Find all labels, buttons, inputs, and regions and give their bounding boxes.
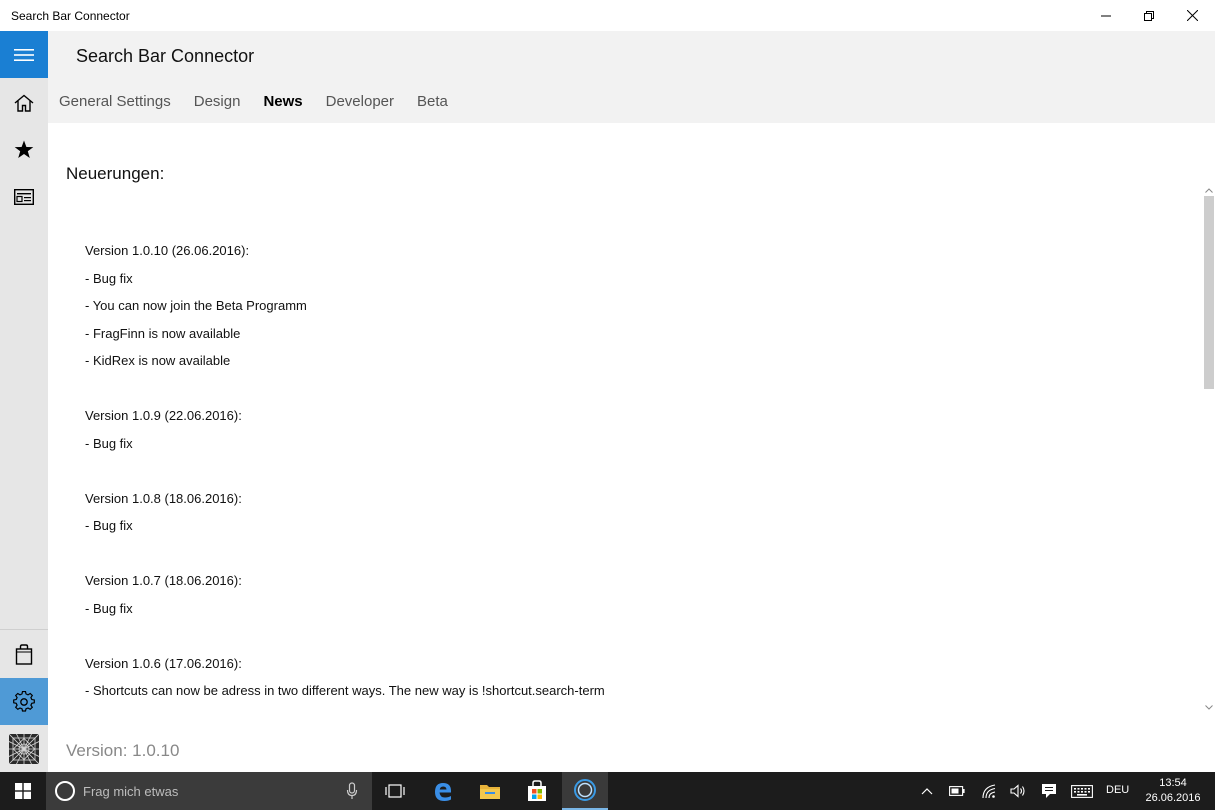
- chevron-up-icon: [1205, 187, 1213, 193]
- close-button[interactable]: [1169, 0, 1215, 31]
- speaker-icon: [1010, 784, 1025, 798]
- restore-button[interactable]: [1126, 0, 1172, 31]
- sidebar-item-store[interactable]: [0, 631, 48, 678]
- news-version-title: Version 1.0.10 (26.06.2016):: [85, 243, 250, 258]
- gear-icon: [13, 690, 35, 712]
- windows-logo-icon: [15, 783, 31, 799]
- input-language-indicator[interactable]: DEU: [1106, 784, 1129, 796]
- news-item: - You can now join the Beta Programm: [85, 298, 307, 313]
- search-placeholder: Frag mich etwas: [83, 784, 179, 799]
- sidebar-item-app-logo[interactable]: [0, 725, 48, 772]
- scroll-up-button[interactable]: [1203, 185, 1215, 195]
- scrollbar-thumb[interactable]: [1204, 196, 1214, 389]
- hamburger-menu-button[interactable]: [0, 31, 48, 78]
- keyboard-icon: [1071, 784, 1093, 798]
- minimize-button[interactable]: [1083, 0, 1129, 31]
- news-version-title: Version 1.0.8 (18.06.2016):: [85, 490, 242, 506]
- clock-time: 13:54: [1159, 777, 1187, 789]
- action-center-button[interactable]: [1037, 772, 1061, 810]
- news-item: - Bug fix: [85, 435, 133, 451]
- hamburger-menu-icon: [14, 48, 34, 61]
- start-button[interactable]: [0, 772, 46, 810]
- home-icon: [14, 94, 34, 112]
- page-title: Search Bar Connector: [76, 46, 255, 66]
- tab-developer[interactable]: Developer: [326, 93, 394, 110]
- window-title: Search Bar Connector: [11, 9, 130, 23]
- folder-icon: [480, 785, 500, 799]
- news-heading: Neuerungen:: [66, 164, 165, 183]
- news-version-title: Version 1.0.7 (18.06.2016):: [85, 573, 242, 588]
- chevron-down-icon: [1205, 704, 1213, 710]
- clock-date: 26.06.2016: [1145, 792, 1201, 804]
- battery-tray-button[interactable]: [945, 772, 969, 810]
- network-tray-button[interactable]: [977, 772, 1001, 810]
- touch-keyboard-button[interactable]: [1068, 772, 1096, 810]
- wifi-icon: [982, 784, 996, 799]
- edge-browser-icon: [435, 783, 451, 801]
- tab-bar: General Settings Design News Developer B…: [59, 93, 471, 110]
- news-list[interactable]: Version 1.0.10 (26.06.2016): - Bug fix -…: [85, 243, 1185, 711]
- store-bag-icon: [528, 780, 546, 801]
- task-view-icon: [385, 784, 405, 798]
- sidebar-item-home[interactable]: [0, 79, 48, 126]
- taskbar-edge-button[interactable]: [420, 772, 466, 810]
- tab-news[interactable]: News: [263, 93, 302, 110]
- taskbar-file-explorer-button[interactable]: [467, 772, 513, 810]
- news-item: - Bug fix: [85, 270, 133, 286]
- taskbar-app-button[interactable]: [562, 772, 608, 810]
- tab-beta[interactable]: Beta: [417, 93, 448, 110]
- minimize-icon: [1101, 15, 1111, 16]
- sidebar: [0, 31, 48, 772]
- news-version-title: Version 1.0.6 (17.06.2016):: [85, 655, 242, 671]
- app-window: Search Bar Connector Search Bar Connecto…: [0, 0, 1215, 772]
- app-logo-icon: [9, 733, 39, 764]
- taskbar-clock[interactable]: 13:54 26.06.2016: [1140, 776, 1206, 806]
- battery-icon: [949, 786, 965, 796]
- news-version-title: Version 1.0.9 (22.06.2016):: [85, 408, 242, 423]
- page-header: Search Bar Connector General Settings De…: [48, 31, 1215, 123]
- taskbar-search-box[interactable]: Frag mich etwas: [46, 772, 372, 810]
- taskbar-store-button[interactable]: [514, 772, 560, 810]
- news-item: - FragFinn is now available: [85, 325, 241, 341]
- tab-design[interactable]: Design: [194, 93, 241, 110]
- sidebar-item-news[interactable]: [0, 173, 48, 220]
- tab-general-settings[interactable]: General Settings: [59, 93, 171, 110]
- news-item: - Bug fix: [85, 518, 133, 533]
- app-version-label: Version: 1.0.10: [66, 741, 180, 760]
- cortana-icon: [55, 781, 75, 801]
- news-icon: [14, 188, 34, 205]
- sidebar-item-settings[interactable]: [0, 678, 48, 725]
- restore-icon: [1144, 10, 1154, 21]
- chevron-up-icon: [921, 788, 933, 795]
- microphone-icon: [346, 782, 358, 799]
- news-item: - Bug fix: [85, 600, 133, 616]
- news-item: - KidRex is now available: [85, 353, 231, 368]
- star-icon: [14, 140, 34, 158]
- store-bag-icon: [15, 644, 33, 665]
- search-bar-connector-app-icon: [574, 779, 596, 801]
- close-icon: [1186, 10, 1198, 21]
- taskbar: Frag mich etwas DEU 13:54 26.06.2016: [0, 772, 1215, 810]
- title-bar: Search Bar Connector: [0, 0, 1215, 31]
- task-view-button[interactable]: [372, 772, 418, 810]
- news-item: - Shortcuts can now be adress in two dif…: [85, 683, 605, 698]
- show-hidden-icons-button[interactable]: [916, 772, 938, 810]
- sidebar-separator: [0, 629, 48, 630]
- scroll-down-button[interactable]: [1203, 702, 1215, 712]
- sidebar-item-favorites[interactable]: [0, 126, 48, 173]
- news-content: Neuerungen: Version 1.0.10 (26.06.2016):…: [48, 123, 1215, 772]
- volume-tray-button[interactable]: [1006, 772, 1030, 810]
- notification-icon: [1042, 784, 1056, 798]
